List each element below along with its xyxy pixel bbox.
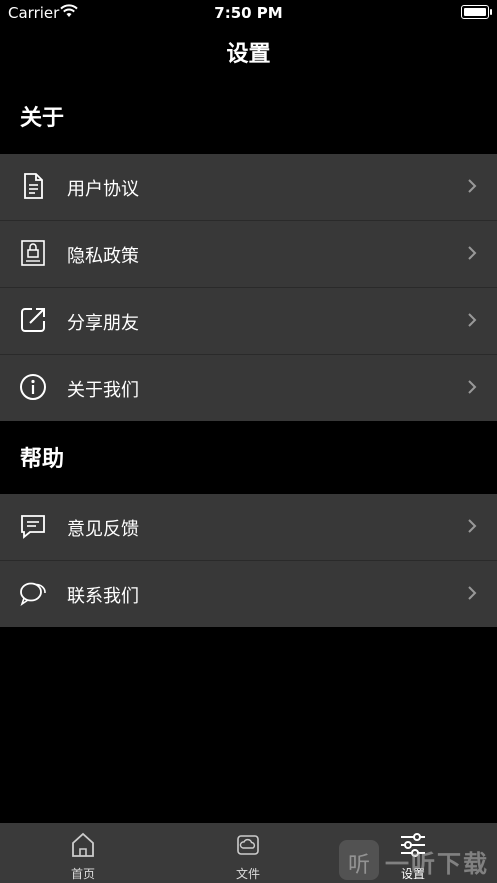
chevron-right-icon <box>468 313 477 327</box>
watermark-logo-text: 听 <box>347 853 370 878</box>
share-icon <box>21 308 45 332</box>
chevron-right-icon <box>468 519 477 533</box>
clock: 7:50 PM <box>214 4 283 22</box>
chevron-right-icon <box>468 179 477 193</box>
battery-icon <box>461 5 492 19</box>
about-group: 用户协议 隐私政策 分享朋友 关于我们 <box>0 154 497 421</box>
document-icon <box>24 173 43 199</box>
row-feedback[interactable]: 意见反馈 <box>0 494 497 561</box>
info-icon <box>20 374 46 400</box>
row-user-agreement[interactable]: 用户协议 <box>0 154 497 221</box>
cloud-file-icon <box>237 835 259 855</box>
watermark-text: 一听下载 <box>385 850 489 878</box>
chevron-right-icon <box>468 246 477 260</box>
privacy-lock-icon <box>21 240 45 266</box>
status-bar: Carrier 7:50 PM <box>0 0 497 26</box>
row-label: 分享朋友 <box>67 313 139 334</box>
row-contact-us[interactable]: 联系我们 <box>0 561 497 627</box>
help-group: 意见反馈 联系我们 <box>0 494 497 627</box>
tab-label: 首页 <box>70 867 95 881</box>
section-header-help: 帮助 <box>20 447 65 472</box>
row-label: 用户协议 <box>67 179 139 200</box>
tab-label: 文件 <box>235 867 260 881</box>
row-label: 意见反馈 <box>67 519 139 540</box>
home-icon <box>72 832 94 857</box>
chevron-right-icon <box>468 380 477 394</box>
tab-home[interactable]: 首页 <box>33 823 133 883</box>
page-title: 设置 <box>226 42 271 67</box>
row-label: 隐私政策 <box>67 246 139 267</box>
row-share-friends[interactable]: 分享朋友 <box>0 288 497 355</box>
row-privacy-policy[interactable]: 隐私政策 <box>0 221 497 288</box>
tab-files[interactable]: 文件 <box>198 823 298 883</box>
feedback-icon <box>21 515 45 539</box>
chat-bubbles-icon <box>20 582 46 606</box>
row-about-us[interactable]: 关于我们 <box>0 355 497 421</box>
watermark-logo: 听 <box>339 840 379 880</box>
row-label: 关于我们 <box>67 380 139 401</box>
chevron-right-icon <box>468 586 477 600</box>
row-label: 联系我们 <box>67 586 139 607</box>
section-header-about: 关于 <box>20 106 65 131</box>
watermark: 听 一听下载 <box>337 840 497 883</box>
